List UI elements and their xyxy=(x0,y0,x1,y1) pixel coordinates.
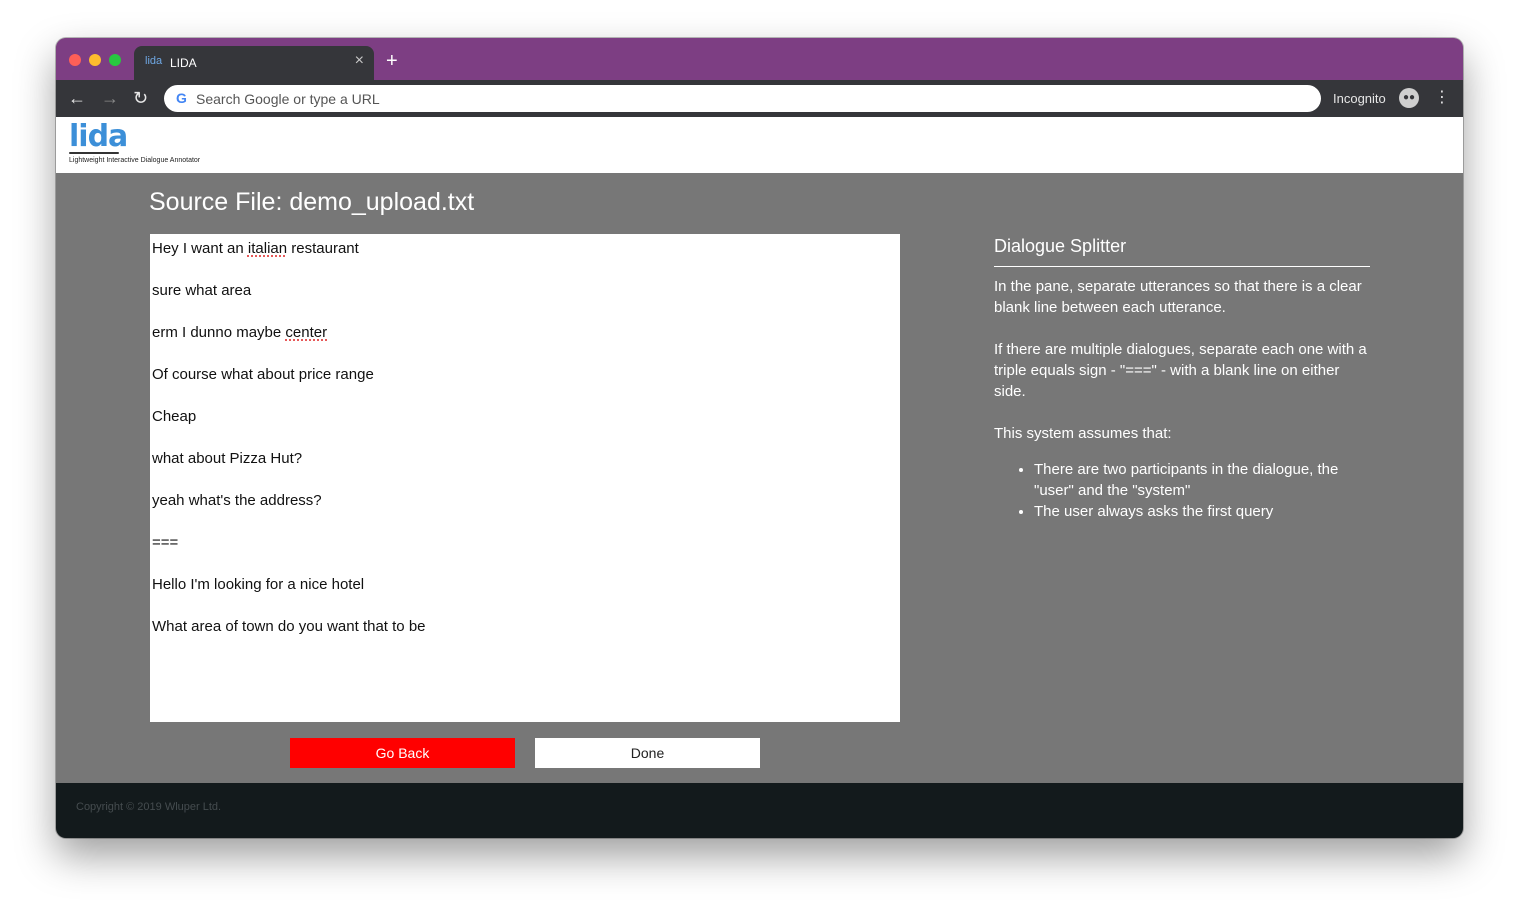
reload-icon[interactable]: ↻ xyxy=(133,88,148,108)
copyright-text: Copyright © 2019 Wluper Ltd. xyxy=(76,801,222,813)
logo-underline xyxy=(69,152,119,154)
misspelled-word: center xyxy=(285,324,328,341)
main-content: Source File: demo_upload.txt Hey I want … xyxy=(56,173,1463,783)
back-arrow-icon[interactable]: ← xyxy=(68,88,86,108)
browser-toolbar: ← → ↻ G Incognito ●● ⋮ xyxy=(56,80,1463,117)
tab-title: LIDA xyxy=(170,56,197,70)
logo-tagline: Lightweight Interactive Dialogue Annotat… xyxy=(69,157,201,164)
omnibox[interactable]: G xyxy=(164,85,1321,112)
close-icon[interactable]: × xyxy=(355,53,364,69)
help-paragraph: This system assumes that: xyxy=(994,425,1172,442)
lida-favicon-icon: lida xyxy=(145,55,163,67)
misspelled-word: italian xyxy=(247,240,288,257)
go-back-button[interactable]: Go Back xyxy=(290,738,515,768)
list-item: There are two participants in the dialog… xyxy=(1034,459,1370,501)
help-panel: Dialogue Splitter In the pane, separate … xyxy=(994,235,1370,522)
plus-icon[interactable]: + xyxy=(386,51,398,71)
help-title: Dialogue Splitter xyxy=(994,235,1370,267)
close-window-button[interactable] xyxy=(69,54,81,66)
dialogue-text: Of course what about price range Cheap w… xyxy=(152,366,426,635)
help-paragraph: If there are multiple dialogues, separat… xyxy=(994,341,1367,400)
tab-lida[interactable]: lida LIDA × xyxy=(134,46,374,80)
incognito-icon[interactable]: ●● xyxy=(1399,88,1419,108)
app-header: lida Lightweight Interactive Dialogue An… xyxy=(56,117,1463,173)
dialogue-text: Hey I want an xyxy=(152,240,248,257)
kebab-menu-icon[interactable]: ⋮ xyxy=(1434,88,1450,108)
done-button[interactable]: Done xyxy=(535,738,760,768)
maximize-window-button[interactable] xyxy=(109,54,121,66)
lida-logo[interactable]: lida xyxy=(69,119,128,154)
tab-strip: lida LIDA × + xyxy=(56,38,1463,80)
help-paragraph: In the pane, separate utterances so that… xyxy=(994,278,1362,316)
google-icon: G xyxy=(176,90,187,106)
page-title: Source File: demo_upload.txt xyxy=(149,188,475,216)
url-input[interactable] xyxy=(196,85,1296,112)
forward-arrow-icon[interactable]: → xyxy=(101,88,119,108)
browser-window: lida LIDA × + ← → ↻ G Incognito ●● ⋮ lid… xyxy=(56,38,1463,838)
incognito-label: Incognito xyxy=(1333,91,1386,106)
minimize-window-button[interactable] xyxy=(89,54,101,66)
assumption-list: There are two participants in the dialog… xyxy=(994,459,1370,522)
dialogue-text-area[interactable]: Hey I want an italian restaurant sure wh… xyxy=(150,234,900,722)
footer: Copyright © 2019 Wluper Ltd. xyxy=(56,783,1463,838)
list-item: The user always asks the first query xyxy=(1034,501,1370,522)
